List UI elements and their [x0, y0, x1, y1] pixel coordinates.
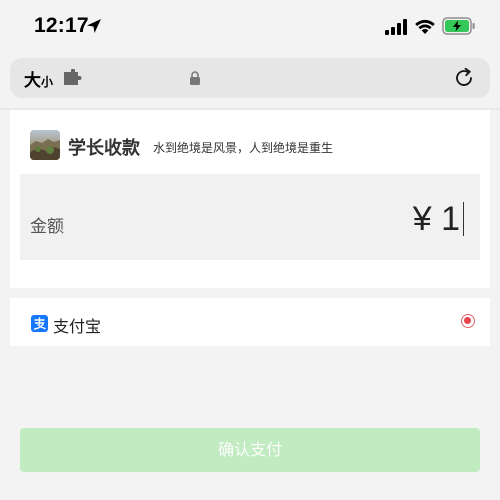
payment-card: 学长收款 水到绝境是风景，人到绝境是重生 金额 ¥ 1 — [10, 110, 490, 288]
extension-icon[interactable] — [62, 69, 84, 87]
text-size-big-label: 大 — [24, 71, 41, 91]
cellular-signal-icon — [385, 19, 407, 35]
battery-charging-icon — [442, 17, 475, 35]
text-cursor — [463, 202, 464, 237]
payment-method-alipay[interactable]: 支付宝 — [10, 298, 490, 346]
amount-input[interactable]: 金额 ¥ 1 — [20, 174, 480, 260]
amount-value: ¥ 1 — [413, 200, 464, 240]
status-bar: 12:17 — [0, 0, 500, 54]
text-size-small-label: 小 — [41, 75, 54, 89]
reload-icon[interactable] — [453, 67, 475, 89]
status-time: 12:17 — [34, 14, 89, 37]
location-arrow-icon — [87, 19, 101, 33]
merchant-motto: 水到绝境是风景，人到绝境是重生 — [153, 141, 334, 155]
payment-method-label: 支付宝 — [53, 317, 102, 336]
confirm-pay-button[interactable]: 确认支付 — [20, 428, 480, 472]
amount-value-text: ¥ 1 — [412, 200, 460, 238]
payment-method-radio[interactable] — [461, 314, 475, 328]
lock-icon — [190, 71, 200, 85]
merchant-avatar — [30, 130, 60, 160]
merchant-name: 学长收款 — [68, 138, 140, 159]
wifi-icon — [415, 19, 435, 34]
avatar-landscape-icon — [30, 139, 60, 160]
amount-label: 金额 — [30, 217, 64, 237]
url-bar[interactable]: 大小 — [10, 58, 490, 98]
text-size-button[interactable]: 大小 — [24, 66, 54, 91]
alipay-icon — [31, 315, 48, 332]
